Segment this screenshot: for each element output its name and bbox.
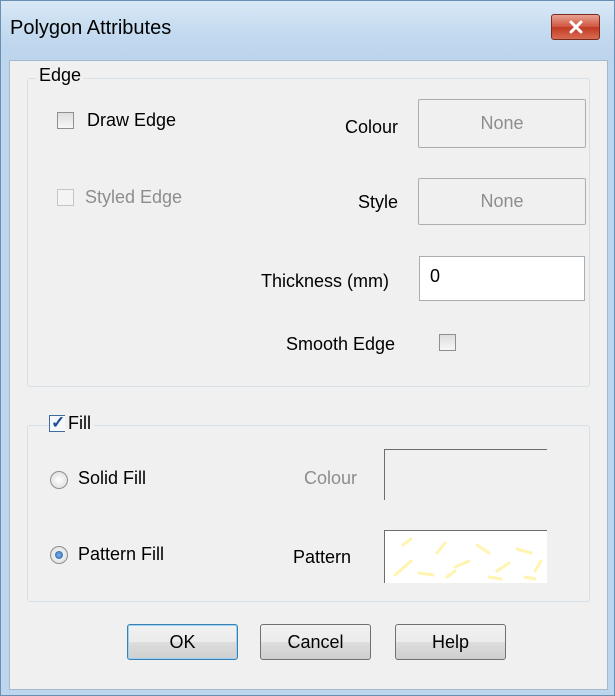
fill-colour-label: Colour xyxy=(304,468,358,488)
edge-style-value: None xyxy=(480,191,524,211)
dialog-window: Polygon Attributes Edge Draw Edge Colour… xyxy=(0,0,615,696)
edge-style-label: Style xyxy=(358,192,399,212)
fill-checkbox[interactable]: ✓ xyxy=(49,413,66,432)
checkmark-icon: ✓ xyxy=(51,413,66,432)
help-button[interactable]: Help xyxy=(395,624,506,660)
dialog-client-area: Edge Draw Edge Colour None Styled Edge S… xyxy=(9,60,608,690)
smooth-edge-checkbox[interactable] xyxy=(439,334,456,351)
close-button[interactable] xyxy=(551,14,600,40)
fill-colour-preview[interactable] xyxy=(384,449,547,500)
title-bar[interactable]: Polygon Attributes xyxy=(1,1,614,59)
pattern-swatch-graphic xyxy=(385,531,547,583)
edge-colour-value: None xyxy=(480,113,524,133)
close-icon xyxy=(569,20,582,34)
pattern-preview[interactable] xyxy=(384,530,547,583)
window-title: Polygon Attributes xyxy=(10,17,172,39)
draw-edge-label[interactable]: Draw Edge xyxy=(87,110,176,131)
thickness-input[interactable]: 0 xyxy=(419,256,585,301)
edge-colour-label: Colour xyxy=(345,117,399,137)
cancel-button[interactable]: Cancel xyxy=(260,624,371,660)
edge-style-button[interactable]: None xyxy=(418,178,586,225)
pattern-fill-label[interactable]: Pattern Fill xyxy=(78,544,164,565)
radio-selected-dot xyxy=(55,551,63,559)
edge-group-legend: Edge xyxy=(36,65,85,86)
draw-edge-checkbox[interactable] xyxy=(57,112,74,129)
edge-colour-button[interactable]: None xyxy=(418,99,586,148)
thickness-label: Thickness (mm) xyxy=(261,271,390,291)
fill-group-legend[interactable]: Fill xyxy=(65,413,94,434)
styled-edge-label[interactable]: Styled Edge xyxy=(85,187,182,208)
ok-button[interactable]: OK xyxy=(127,624,238,660)
smooth-edge-label[interactable]: Smooth Edge xyxy=(286,334,395,355)
styled-edge-checkbox[interactable] xyxy=(57,189,74,206)
pattern-fill-radio[interactable] xyxy=(50,546,68,564)
pattern-label: Pattern xyxy=(293,547,352,567)
solid-fill-radio[interactable] xyxy=(50,471,68,489)
solid-fill-label[interactable]: Solid Fill xyxy=(78,468,146,489)
